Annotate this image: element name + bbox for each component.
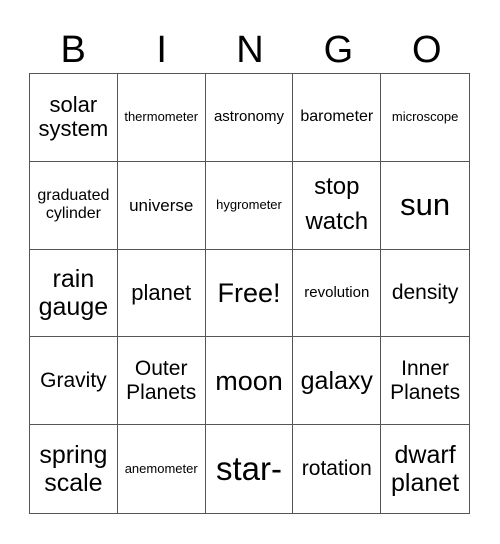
bingo-cell: moon <box>205 337 294 426</box>
bingo-cell: planet <box>117 249 206 338</box>
header-letter-b: B <box>60 29 86 71</box>
bingo-cell: Gravity <box>30 337 118 426</box>
bingo-cell: galaxy <box>293 337 382 426</box>
bingo-cell: astronomy <box>205 74 294 162</box>
bingo-header: B I N G O <box>29 30 471 70</box>
bingo-cell: anemometer <box>118 425 206 513</box>
bingo-cell: barometer <box>293 74 382 162</box>
bingo-cell: thermometer <box>117 74 206 162</box>
bingo-cell: rotation <box>293 425 382 513</box>
bingo-cell: rain gauge <box>30 249 118 338</box>
header-letter-i: I <box>156 29 167 71</box>
bingo-cell: sun <box>381 162 469 250</box>
bingo-cell: dwarf planet <box>391 441 460 498</box>
bingo-grid: solar system thermometer astronomy barom… <box>29 73 470 514</box>
bingo-cell: Outer Planets <box>117 337 206 426</box>
bingo-cell: stop watch <box>293 161 382 250</box>
header-letter-n: N <box>236 29 264 71</box>
bingo-cell: graduated cylinder <box>30 161 118 250</box>
bingo-cell: spring scale <box>30 425 118 513</box>
free-space-cell: Free! <box>205 249 294 338</box>
bingo-cell: universe <box>117 161 206 250</box>
bingo-cell: hygrometer <box>205 161 294 250</box>
bingo-cell: Inner Planets <box>381 337 469 426</box>
bingo-cell: microscope <box>381 74 469 162</box>
bingo-cell: revolution <box>293 249 382 338</box>
bingo-cell: solar system <box>30 74 118 162</box>
header-letter-o: O <box>412 29 442 71</box>
bingo-cell: star- <box>206 425 294 513</box>
bingo-cell: density <box>381 250 469 338</box>
header-letter-g: G <box>323 29 354 71</box>
